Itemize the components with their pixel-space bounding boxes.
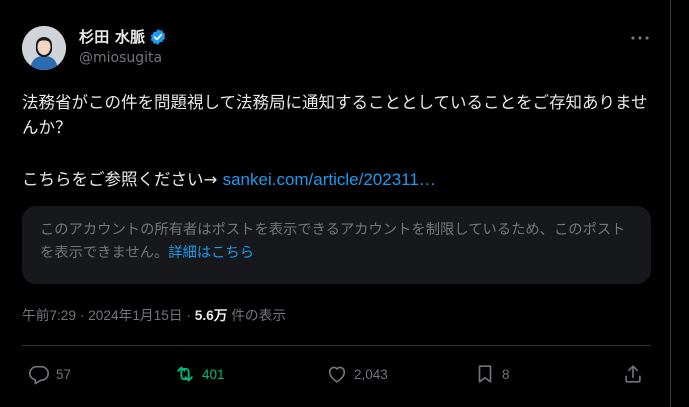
display-name[interactable]: 杉田 水脈 bbox=[79, 26, 145, 47]
share-icon bbox=[622, 363, 644, 385]
like-icon bbox=[326, 363, 348, 385]
share-button[interactable] bbox=[622, 360, 644, 388]
notice-details-link[interactable]: 詳細はこちら bbox=[168, 245, 254, 261]
link-prefix: こちらをご参照ください→ bbox=[22, 170, 223, 189]
avatar[interactable] bbox=[22, 26, 66, 70]
reply-icon bbox=[28, 363, 50, 385]
author-handle[interactable]: @miosugita bbox=[79, 50, 162, 66]
views-label: 件の表示 bbox=[227, 308, 286, 323]
tweet-text-line: 法務省がこの件を問題視して法務局に通知することとしていることをご存知ありませんか… bbox=[22, 93, 648, 137]
author-name-row[interactable]: 杉田 水脈 bbox=[79, 26, 167, 47]
bookmark-button[interactable]: 8 bbox=[474, 360, 510, 388]
verified-badge-icon bbox=[149, 28, 167, 46]
timestamp[interactable]: 午前7:29 · 2024年1月15日 · bbox=[22, 308, 195, 323]
article-link[interactable]: sankei.com/article/202311… bbox=[223, 170, 436, 189]
bookmark-count: 8 bbox=[502, 366, 510, 382]
restricted-notice: このアカウントの所有者はポストを表示できるアカウントを制限しているため、このポス… bbox=[22, 206, 651, 284]
tweet-meta: 午前7:29 · 2024年1月15日 · 5.6万 件の表示 bbox=[22, 304, 286, 324]
notice-text: このアカウントの所有者はポストを表示できるアカウントを制限しているため、このポス… bbox=[40, 222, 626, 261]
views-count: 5.6万 bbox=[194, 308, 228, 323]
tweet-card: 杉田 水脈 @miosugita 法務省がこの件を問題視して法務局に通知すること… bbox=[0, 0, 671, 407]
reply-button[interactable]: 57 bbox=[28, 360, 71, 388]
like-button[interactable]: 2,043 bbox=[326, 360, 388, 388]
avatar-image bbox=[22, 26, 66, 70]
action-bar: 57 401 2,043 8 bbox=[22, 360, 651, 388]
repost-button[interactable]: 401 bbox=[174, 360, 225, 388]
repost-icon bbox=[174, 363, 196, 385]
scrollbar[interactable] bbox=[673, 0, 689, 407]
like-count: 2,043 bbox=[354, 366, 388, 382]
tweet-text: 法務省がこの件を問題視して法務局に通知することとしていることをご存知ありませんか… bbox=[22, 90, 652, 140]
more-icon[interactable] bbox=[628, 30, 652, 46]
divider bbox=[22, 345, 651, 346]
repost-count: 401 bbox=[202, 366, 225, 382]
bookmark-icon bbox=[474, 363, 496, 385]
reply-count: 57 bbox=[56, 366, 72, 382]
tweet-link-line: こちらをご参照ください→ sankei.com/article/202311… bbox=[22, 167, 436, 192]
